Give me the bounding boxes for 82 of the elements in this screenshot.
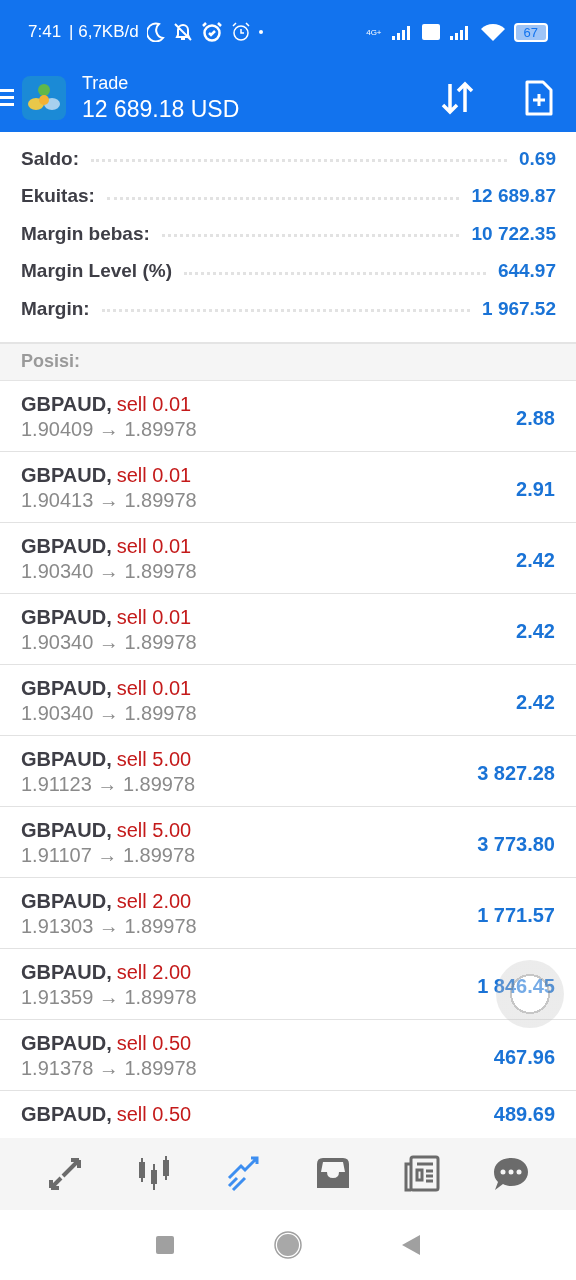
network-speed: | 6,7KB/d [69,22,139,42]
position-row[interactable]: GBPAUD, sell 0.01 1.90340 → 1.89978 2.42 [0,593,576,665]
profit-value: 3 827.28 [477,761,555,785]
order-type: sell 2.00 [116,960,192,984]
profit-value: 2.42 [516,690,555,714]
profit-value: 2.91 [516,477,555,501]
summary-value: 12 689.87 [471,185,556,208]
sort-arrows-icon[interactable] [440,80,476,116]
dot-icon [258,30,263,34]
position-row[interactable]: GBPAUD, sell 0.01 1.90413 → 1.89978 2.91 [0,451,576,523]
position-row[interactable]: GBPAUD, sell 0.01 1.90340 → 1.89978 2.42 [0,664,576,736]
home-button[interactable] [274,1231,302,1259]
account-balance: 12 689.18 USD [82,96,241,123]
order-type: sell 2.00 [116,889,192,913]
symbol-label: GBPAUD, [21,889,112,913]
summary-value: 0.69 [519,147,556,170]
price-range: 1.91359 → 1.89978 [21,985,197,1009]
price-range: 1.91107 → 1.89978 [21,843,196,867]
price-range: 1.90340 → 1.89978 [21,559,197,583]
app-logo [22,76,66,120]
bell-off-icon [172,22,193,42]
order-type: sell 5.00 [116,747,192,771]
profit-value: 1 846.45 [477,974,555,998]
symbol-label: GBPAUD, [21,392,112,416]
position-row[interactable]: GBPAUD, sell 2.00 1.91359 → 1.89978 1 846.45 [0,948,576,1020]
symbol-label: GBPAUD, [21,1031,112,1055]
back-button[interactable] [402,1235,420,1255]
order-type: sell 0.01 [116,676,192,700]
order-type: sell 0.01 [116,534,192,558]
symbol-label: GBPAUD, [21,747,112,771]
price-range: 1.91303 → 1.89978 [21,914,197,938]
price-range: 1.90409 → 1.89978 [21,417,197,441]
profit-value: 467.96 [493,1045,555,1069]
symbol-label: GBPAUD, [21,463,112,487]
order-type: sell 0.01 [116,463,192,487]
symbol-label: GBPAUD, [21,1102,112,1126]
profit-value: 489.69 [493,1102,555,1126]
summary-label: Margin: [21,297,90,320]
profit-value: 2.42 [516,548,555,572]
summary-value: 10 722.35 [471,222,556,245]
order-type: sell 0.01 [116,392,192,416]
header-title: Trade [82,73,130,94]
order-type: sell 0.01 [116,605,192,629]
profit-value: 2.88 [516,406,555,430]
price-range: 1.90413 → 1.89978 [21,488,197,512]
price-range: 1.90340 → 1.89978 [21,701,197,725]
symbol-label: GBPAUD, [21,676,112,700]
summary-label: Saldo: [21,147,80,170]
price-range: 1.91123 → 1.89978 [21,772,196,796]
network-type: 4G+ [366,27,382,37]
position-row[interactable]: GBPAUD, sell 5.00 1.91107 → 1.89978 3 773.80 [0,806,576,878]
order-type: sell 0.50 [116,1102,192,1126]
profit-value: 1 771.57 [477,903,555,927]
summary-label: Margin bebas: [21,222,150,245]
price-range: 1.91378 → 1.89978 [21,1056,197,1080]
position-row[interactable]: GBPAUD, sell 2.00 1.91303 → 1.89978 1 771.57 [0,877,576,949]
order-type: sell 0.50 [116,1031,192,1055]
symbol-label: GBPAUD, [21,534,112,558]
order-type: sell 5.00 [116,818,192,842]
price-range: 1.90340 → 1.89978 [21,630,197,654]
clock-time: 7:41 [28,22,62,42]
alarm-clock-icon [200,21,223,43]
menu-icon[interactable] [0,87,14,109]
profit-value: 3 773.80 [477,832,555,856]
position-row[interactable]: GBPAUD, sell 0.50 1.91378 → 1.89978 467.96 [0,1019,576,1091]
battery-level: 67 [513,22,548,42]
position-row[interactable]: GBPAUD, sell 5.00 1.91123 → 1.89978 3 827.28 [0,735,576,807]
summary-value: 644.97 [497,260,556,283]
symbol-label: GBPAUD, [21,605,112,629]
summary-label: Ekuitas: [21,185,95,208]
new-document-icon[interactable] [524,80,554,116]
moon-icon [146,22,165,42]
symbol-label: GBPAUD, [21,818,112,842]
wifi-icon [479,22,506,42]
position-row[interactable]: GBPAUD, sell 0.01 1.90409 → 1.89978 2.88 [0,380,576,452]
alarm-clock-icon [230,22,251,42]
summary-label: Margin Level (%) [21,260,172,283]
symbol-label: GBPAUD, [21,960,112,984]
summary-value: 1 967.52 [482,297,556,320]
profit-value: 2.42 [516,619,555,643]
section-title: Posisi: [21,351,81,372]
position-row[interactable]: GBPAUD, sell 0.01 1.90340 → 1.89978 2.42 [0,522,576,594]
